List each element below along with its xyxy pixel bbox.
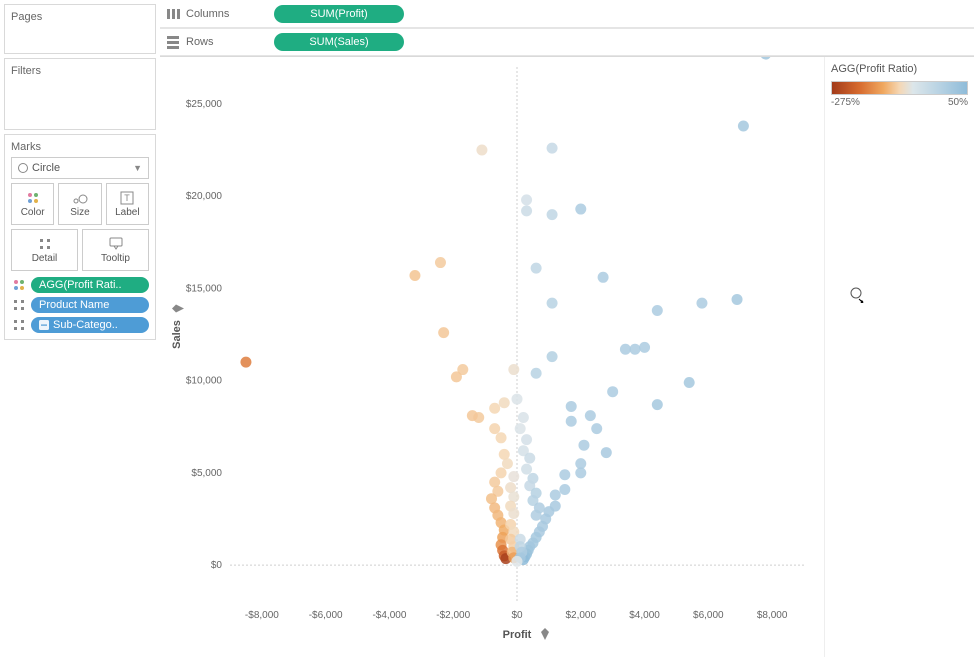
rows-icon	[166, 35, 180, 49]
marks-detail-pill-1[interactable]: Product Name	[31, 297, 149, 313]
svg-text:T: T	[125, 193, 131, 203]
columns-shelf[interactable]: Columns SUM(Profit)	[160, 0, 974, 28]
color-card[interactable]: Color	[11, 183, 54, 225]
svg-text:-$4,000: -$4,000	[372, 610, 406, 621]
svg-text:$25,000: $25,000	[186, 99, 223, 110]
marks-color-pill[interactable]: AGG(Profit Rati..	[31, 277, 149, 293]
legend-gradient[interactable]	[831, 81, 968, 95]
svg-text:-$8,000: -$8,000	[245, 610, 279, 621]
label-card[interactable]: T Label	[106, 183, 149, 225]
pages-panel: Pages	[4, 4, 156, 54]
filters-panel: Filters	[4, 58, 156, 130]
svg-text:-$6,000: -$6,000	[309, 610, 343, 621]
tooltip-icon	[109, 237, 123, 251]
tooltip-card[interactable]: Tooltip	[82, 229, 149, 271]
mark-type-dropdown[interactable]: Circle ▼	[11, 157, 149, 179]
mark-type-label: Circle	[32, 162, 60, 174]
legend-min: -275%	[831, 97, 860, 108]
svg-text:$2,000: $2,000	[565, 610, 596, 621]
chart-pane[interactable]: $0 $5,000 $10,000 $15,000 $20,000 $25,000 -$8,…	[160, 57, 824, 657]
label-card-label: Label	[115, 207, 139, 218]
marks-panel: Marks Circle ▼ Color Size T	[4, 134, 156, 340]
detail-icon	[11, 317, 27, 333]
color-legend[interactable]: AGG(Profit Ratio) -275% 50%	[824, 57, 974, 657]
svg-text:$10,000: $10,000	[186, 376, 223, 387]
svg-text:$8,000: $8,000	[757, 610, 788, 621]
detail-icon	[11, 297, 27, 313]
pages-title: Pages	[11, 11, 149, 23]
svg-text:Profit: Profit	[503, 629, 532, 641]
columns-shelf-label: Columns	[186, 8, 229, 20]
size-icon	[72, 191, 88, 205]
color-icon	[26, 191, 40, 205]
size-card-label: Size	[70, 207, 89, 218]
hierarchy-collapse-icon	[39, 320, 49, 330]
svg-text:$15,000: $15,000	[186, 283, 223, 294]
rows-shelf-label: Rows	[186, 36, 214, 48]
filters-title: Filters	[11, 65, 149, 77]
svg-text:$0: $0	[511, 610, 523, 621]
legend-title: AGG(Profit Ratio)	[831, 63, 968, 75]
svg-text:$5,000: $5,000	[191, 468, 222, 479]
svg-text:-$2,000: -$2,000	[436, 610, 470, 621]
rows-shelf[interactable]: Rows SUM(Sales)	[160, 28, 974, 56]
columns-icon	[166, 7, 180, 21]
color-icon	[11, 277, 27, 293]
svg-text:$4,000: $4,000	[629, 610, 660, 621]
marks-title: Marks	[11, 141, 149, 153]
tooltip-card-label: Tooltip	[101, 253, 130, 264]
svg-text:$20,000: $20,000	[186, 191, 223, 202]
detail-card[interactable]: Detail	[11, 229, 78, 271]
columns-pill[interactable]: SUM(Profit)	[274, 5, 404, 23]
detail-card-label: Detail	[32, 253, 58, 264]
circle-icon	[18, 163, 28, 173]
marks-detail-pill-2[interactable]: Sub-Catego..	[31, 317, 149, 333]
svg-text:$0: $0	[211, 560, 223, 571]
detail-icon	[38, 237, 52, 251]
size-card[interactable]: Size	[58, 183, 101, 225]
rows-pill[interactable]: SUM(Sales)	[274, 33, 404, 51]
label-icon: T	[120, 191, 134, 205]
legend-max: 50%	[948, 97, 968, 108]
color-card-label: Color	[21, 207, 45, 218]
chevron-down-icon: ▼	[133, 163, 142, 173]
scatter-chart[interactable]: $0 $5,000 $10,000 $15,000 $20,000 $25,000 -$8,…	[160, 57, 824, 657]
svg-text:Sales: Sales	[171, 320, 183, 349]
svg-text:$6,000: $6,000	[693, 610, 724, 621]
